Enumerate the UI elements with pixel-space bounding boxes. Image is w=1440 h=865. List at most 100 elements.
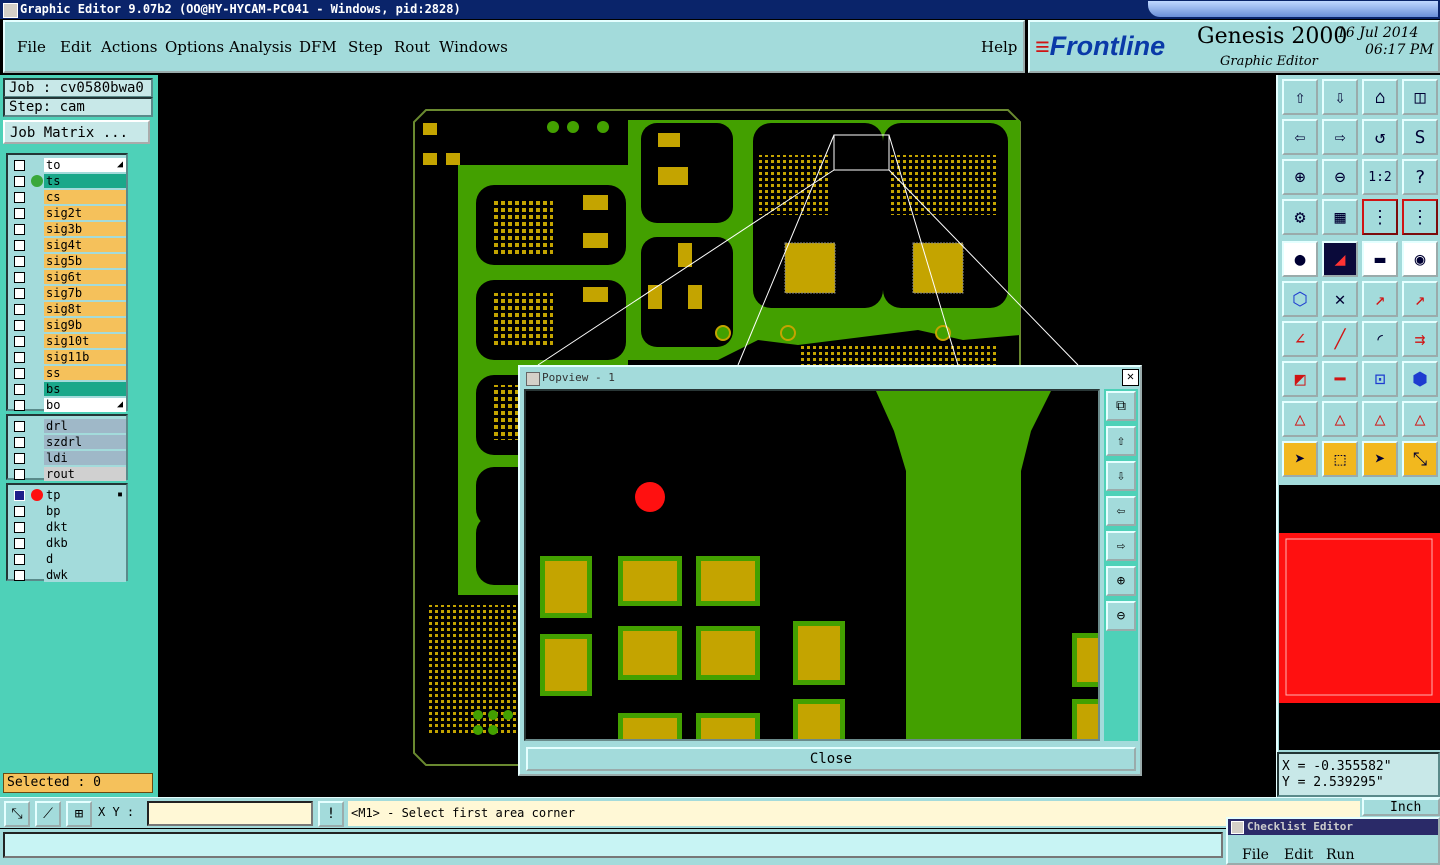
layer-row-ts[interactable]: ts (10, 174, 126, 188)
popview-zoom-window-icon[interactable]: ⧉ (1106, 391, 1136, 421)
layer-checkbox[interactable] (14, 240, 25, 251)
layer-checkbox[interactable] (14, 490, 25, 501)
layer-row-ldi[interactable]: ldi (10, 451, 126, 465)
pointer-box-icon[interactable]: ⬚ (1322, 441, 1358, 477)
layer-checkbox[interactable] (14, 384, 25, 395)
pan-down-icon[interactable]: ⇩ (1322, 79, 1358, 115)
checklist-app-icon[interactable] (1231, 821, 1244, 834)
xy-input[interactable] (147, 801, 313, 826)
command-line-input[interactable] (3, 832, 1223, 858)
layer-name[interactable]: dwk (44, 568, 126, 582)
ruler-icon[interactable]: ▬ (1362, 241, 1398, 277)
layer-row-ss[interactable]: ss (10, 366, 126, 380)
overview-map[interactable] (1279, 485, 1440, 750)
layer-name[interactable]: bo ◢ (44, 398, 126, 412)
layer-row-dkb[interactable]: dkb (10, 536, 126, 550)
layer-checkbox[interactable] (14, 352, 25, 363)
layer-name[interactable]: sig9b (44, 318, 126, 332)
layer-name[interactable]: sig6t (44, 270, 126, 284)
pan-right-icon[interactable]: ⇨ (1322, 119, 1358, 155)
layer-name[interactable]: drl (44, 419, 126, 433)
layer-row-drl[interactable]: drl (10, 419, 126, 433)
layer-name[interactable]: cs (44, 190, 126, 204)
snap-box-icon[interactable]: ⊡ (1362, 361, 1398, 397)
alert-icon[interactable]: ! (318, 801, 344, 827)
popview-zoom-out-icon[interactable]: ⊖ (1106, 601, 1136, 631)
layer-name[interactable]: tp ▪ (44, 488, 126, 502)
layer-checkbox[interactable] (14, 554, 25, 565)
layer-name[interactable]: sig10t (44, 334, 126, 348)
menu-actions[interactable]: Actions (101, 38, 157, 56)
layer-name[interactable]: sig11b (44, 350, 126, 364)
layer-checkbox[interactable] (14, 288, 25, 299)
layer-row-sig4t[interactable]: sig4t (10, 238, 126, 252)
layer-row-sig9b[interactable]: sig9b (10, 318, 126, 332)
layer-checkbox[interactable] (14, 224, 25, 235)
line-icon[interactable]: ╱ (1322, 321, 1358, 357)
layer-name[interactable]: bp (44, 504, 126, 518)
layer-checkbox[interactable] (14, 469, 25, 480)
layer-name[interactable]: d (44, 552, 126, 566)
menu-analysis[interactable]: Analysis (229, 38, 292, 56)
pointer-icon[interactable]: ➤ (1282, 441, 1318, 477)
layer-name[interactable]: to ◢ (44, 158, 126, 172)
pointer-select-icon[interactable]: ➤ (1362, 441, 1398, 477)
layer-name[interactable]: ldi (44, 451, 126, 465)
copy-point-icon[interactable]: ↗ (1402, 281, 1438, 317)
move-point-icon[interactable]: ↗ (1362, 281, 1398, 317)
layer-row-sig2t[interactable]: sig2t (10, 206, 126, 220)
layer-menu-arrow-icon[interactable]: ◢ (117, 158, 123, 172)
checklist-menu-file[interactable]: File (1242, 847, 1269, 863)
layer-row-sig7b[interactable]: sig7b (10, 286, 126, 300)
app-icon[interactable] (3, 3, 18, 18)
layer-row-sig5b[interactable]: sig5b (10, 254, 126, 268)
layer-name[interactable]: sig8t (44, 302, 126, 316)
layer-name[interactable]: ts (44, 174, 126, 188)
layer-row-sig6t[interactable]: sig6t (10, 270, 126, 284)
popview-pan-up-icon[interactable]: ⇧ (1106, 426, 1136, 456)
snap-grid-icon[interactable]: ⊞ (66, 801, 92, 827)
layer-row-rout[interactable]: rout (10, 467, 126, 481)
split-icon[interactable]: ⇉ (1402, 321, 1438, 357)
layer-name[interactable]: szdrl (44, 435, 126, 449)
layer-name[interactable]: ss (44, 366, 126, 380)
popview-app-icon[interactable] (526, 372, 540, 386)
zoom-one-to-two-icon[interactable]: 1:2 (1362, 159, 1398, 195)
layer-row-bs[interactable]: bs (10, 382, 126, 396)
layer-row-d[interactable]: d (10, 552, 126, 566)
layers-red-2-icon[interactable]: ⋮ (1402, 199, 1438, 235)
layer-checkbox[interactable] (14, 506, 25, 517)
connect-icon[interactable]: ⬡ (1282, 281, 1318, 317)
layer-checkbox[interactable] (14, 208, 25, 219)
layer-checkbox[interactable] (14, 400, 25, 411)
window-controls[interactable] (1148, 1, 1438, 17)
menu-dfm[interactable]: DFM (299, 38, 337, 56)
triangle-b-icon[interactable]: △ (1322, 401, 1358, 437)
menu-edit[interactable]: Edit (60, 38, 91, 56)
layer-name[interactable]: sig3b (44, 222, 126, 236)
arc-icon[interactable]: ◜ (1362, 321, 1398, 357)
menu-help[interactable]: Help (981, 38, 1017, 56)
snap-pad-icon[interactable]: ◩ (1282, 361, 1318, 397)
zoom-window-icon[interactable]: ◫ (1402, 79, 1438, 115)
layer-row-cs[interactable]: cs (10, 190, 126, 204)
layer-attr-icon[interactable]: ▪ (117, 488, 123, 502)
popview-close-button[interactable]: Close (526, 747, 1136, 771)
layer-checkbox[interactable] (14, 256, 25, 267)
layer-row-to[interactable]: to ◢ (10, 158, 126, 172)
delete-point-icon[interactable]: ✕ (1322, 281, 1358, 317)
layer-row-sig11b[interactable]: sig11b (10, 350, 126, 364)
popview-canvas[interactable] (524, 389, 1100, 741)
layer-checkbox[interactable] (14, 336, 25, 347)
layer-checkbox[interactable] (14, 437, 25, 448)
redraw-icon[interactable]: S (1402, 119, 1438, 155)
layer-checkbox[interactable] (14, 320, 25, 331)
popview-zoom-in-icon[interactable]: ⊕ (1106, 566, 1136, 596)
layer-checkbox[interactable] (14, 272, 25, 283)
home-icon[interactable]: ⌂ (1362, 79, 1398, 115)
layers-red-icon[interactable]: ⋮ (1362, 199, 1398, 235)
pan-left-icon[interactable]: ⇦ (1282, 119, 1318, 155)
popview-pan-down-icon[interactable]: ⇩ (1106, 461, 1136, 491)
grid-icon[interactable]: ▦ (1322, 199, 1358, 235)
angle-icon[interactable]: ∠ (1282, 321, 1318, 357)
